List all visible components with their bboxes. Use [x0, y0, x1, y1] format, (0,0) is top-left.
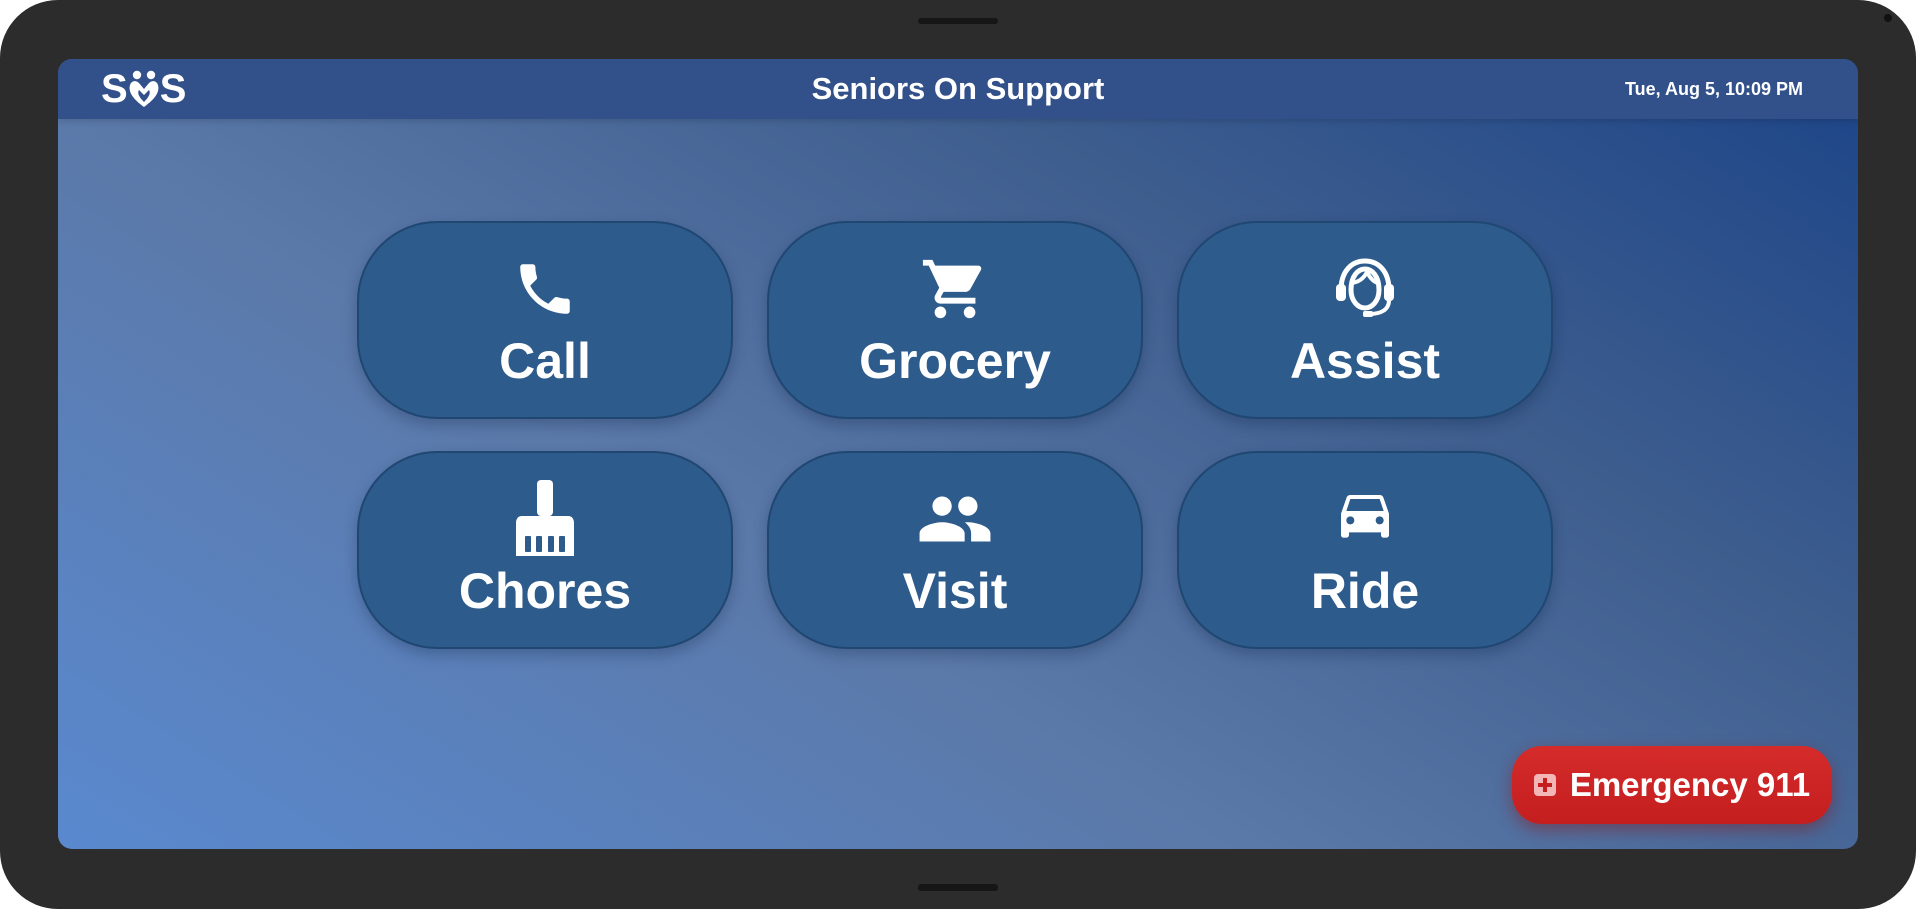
visit-label: Visit: [902, 563, 1008, 619]
app-title: Seniors On Support: [811, 71, 1105, 106]
call-label: Call: [499, 333, 591, 389]
chores-label: Chores: [458, 563, 632, 619]
visit-button[interactable]: Visit: [767, 451, 1143, 649]
tablet-frame: S S Seniors On Support Tue, Aug 5, 10:09…: [0, 0, 1916, 909]
assist-button[interactable]: Assist: [1177, 221, 1553, 419]
assist-label: Assist: [1289, 333, 1441, 389]
call-button[interactable]: Call: [357, 221, 733, 419]
ride-button[interactable]: Ride: [1177, 451, 1553, 649]
camera-lens: [1884, 14, 1892, 22]
sos-logo: S S: [101, 67, 186, 111]
shopping-cart-icon: [769, 253, 1141, 325]
broom-icon: [359, 480, 731, 556]
people-icon: [769, 483, 1141, 555]
header-bar: S S Seniors On Support Tue, Aug 5, 10:09…: [58, 59, 1858, 119]
logo-letter-right: S: [159, 67, 187, 111]
phone-icon: [359, 253, 731, 325]
screen: S S Seniors On Support Tue, Aug 5, 10:09…: [58, 59, 1858, 849]
date-time-display: Tue, Aug 5, 10:09 PM: [1624, 79, 1803, 99]
grocery-label: Grocery: [859, 333, 1051, 389]
emergency-911-button[interactable]: Emergency 911: [1512, 746, 1832, 824]
logo-letter-left: S: [101, 67, 128, 111]
headset-agent-icon: [1179, 253, 1551, 325]
chores-button[interactable]: Chores: [357, 451, 733, 649]
medical-cross-icon: [1533, 774, 1556, 796]
emergency-label: Emergency 911: [1569, 766, 1811, 803]
bottom-speaker-grille: [918, 884, 998, 891]
car-icon: [1179, 483, 1551, 555]
heart-people-icon: [127, 69, 161, 109]
top-speaker-grille: [918, 18, 998, 24]
ride-label: Ride: [1310, 563, 1420, 619]
grocery-button[interactable]: Grocery: [767, 221, 1143, 419]
